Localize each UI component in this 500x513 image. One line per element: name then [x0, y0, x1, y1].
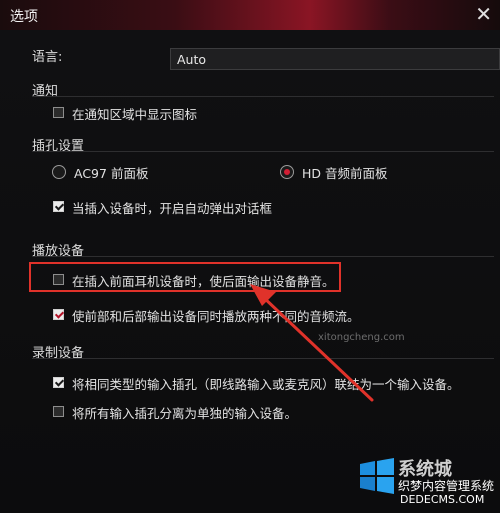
- watermark-cn-text: 织梦内容管理系统: [398, 479, 495, 493]
- annotation-arrow: [250, 284, 374, 402]
- watermark-text: xitongcheng.com: [318, 332, 405, 343]
- windows-logo-icon: [360, 458, 394, 494]
- annotation-arrow-head: [250, 284, 276, 306]
- annotation-arrow-shaft: [260, 294, 374, 402]
- watermark-url: DEDECMS.COM: [400, 493, 485, 506]
